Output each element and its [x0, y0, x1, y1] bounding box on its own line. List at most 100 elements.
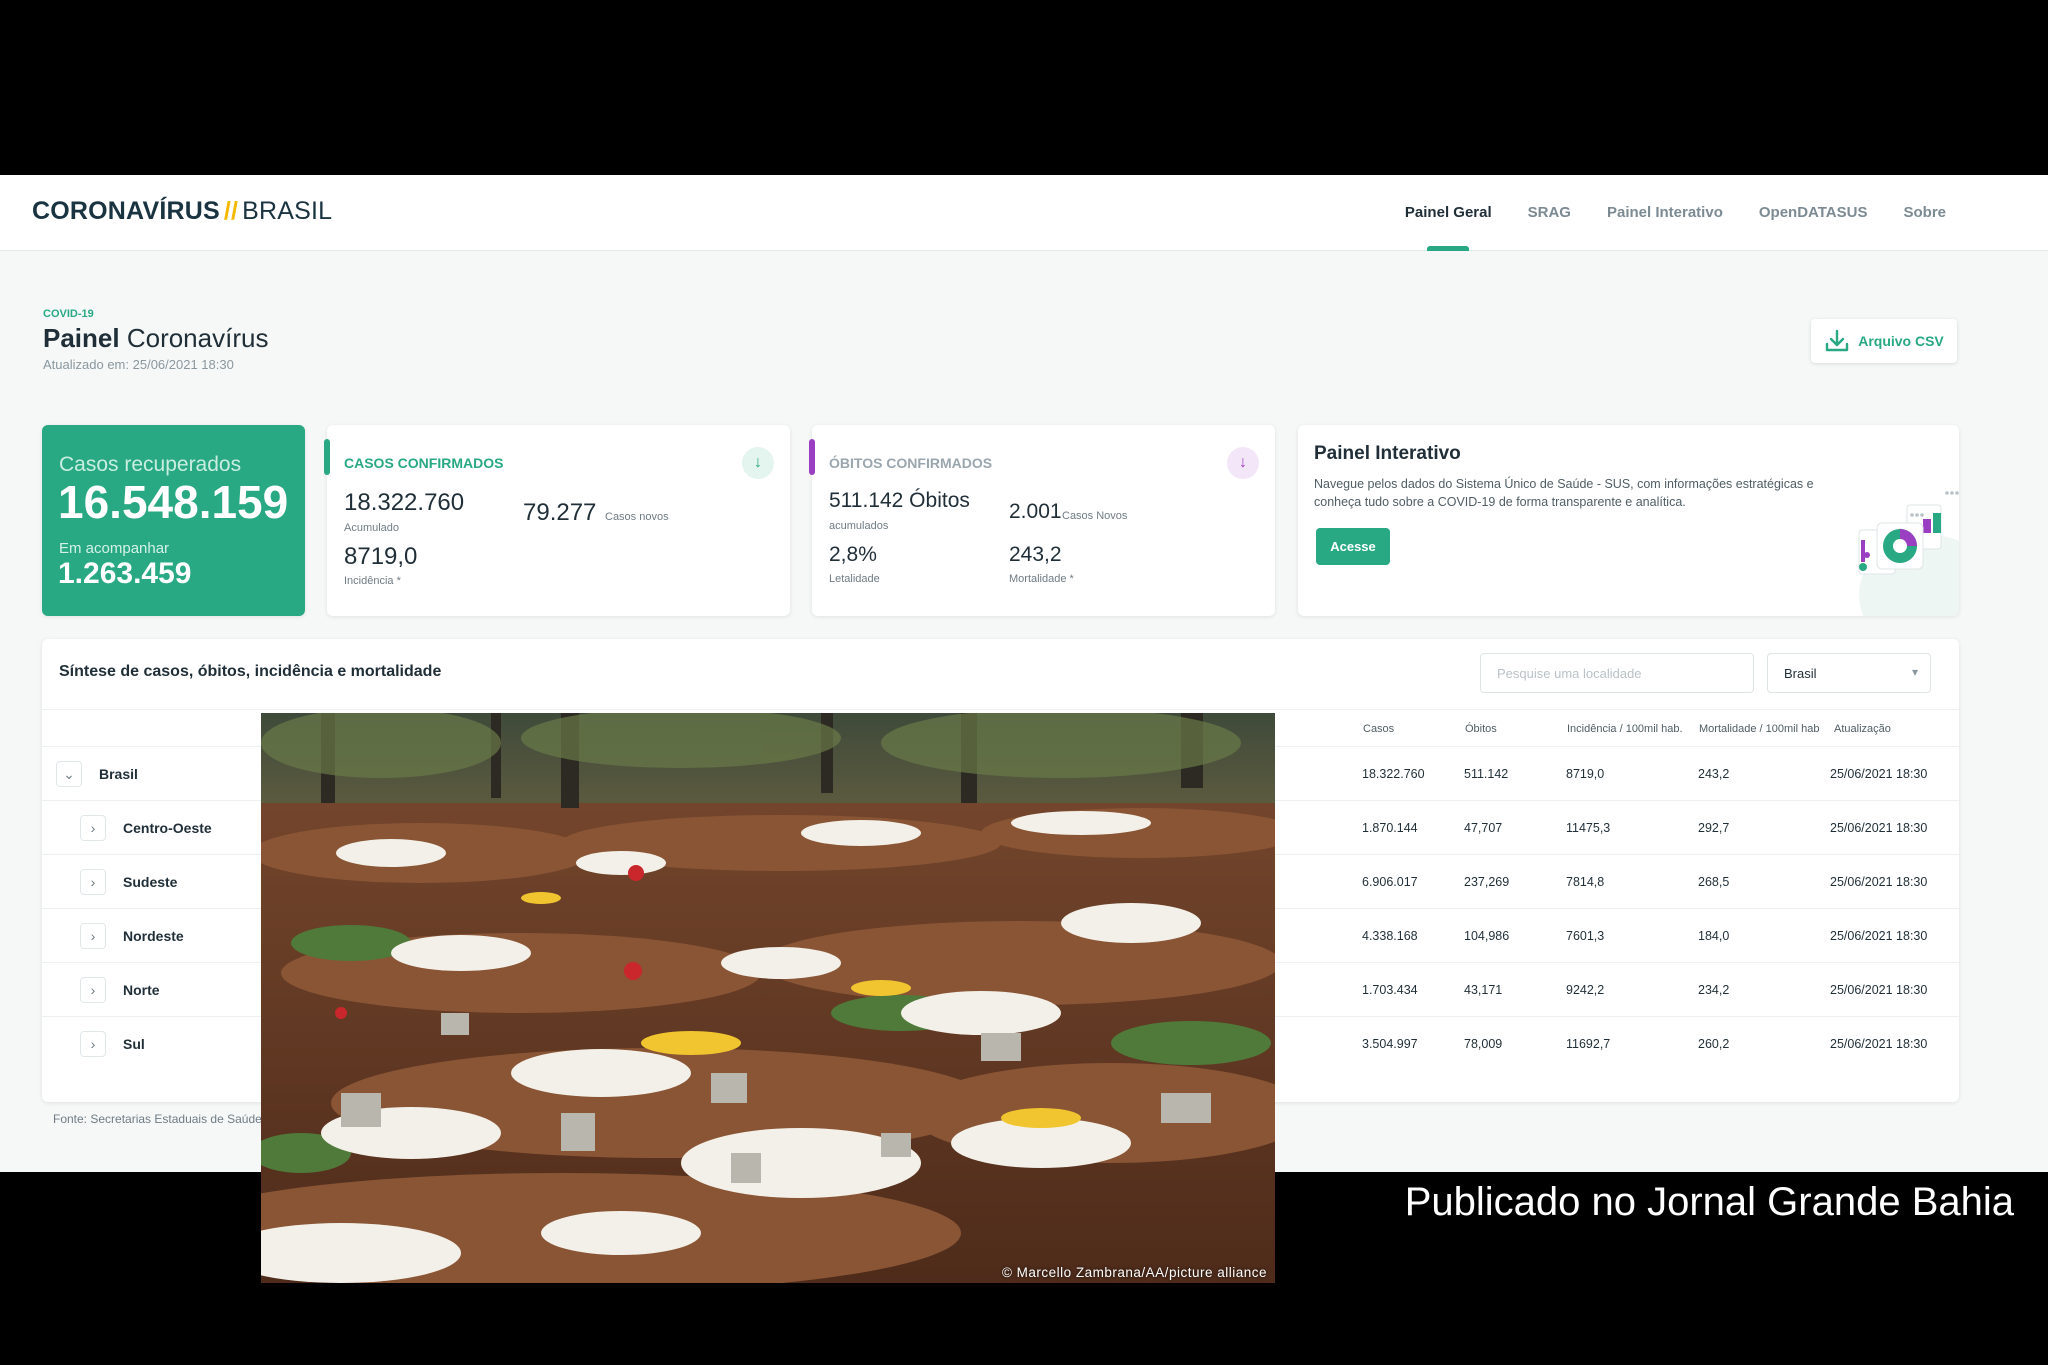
- row-name: Norte: [123, 982, 160, 998]
- brand-logo[interactable]: CORONAVÍRUS//BRASIL: [32, 197, 332, 226]
- location-select-value: Brasil: [1784, 666, 1817, 681]
- confirmed-incidence: 8719,0: [344, 543, 418, 570]
- row-incidencia: 7814,8: [1566, 875, 1605, 889]
- row-mortalidade: 234,2: [1698, 983, 1730, 997]
- deaths-title: ÓBITOS CONFIRMADOS: [829, 455, 993, 471]
- panel-access-button[interactable]: Acesse: [1316, 528, 1390, 565]
- row-name: Nordeste: [123, 928, 184, 944]
- csv-download-button[interactable]: Arquivo CSV: [1811, 319, 1957, 363]
- brand-bold: CORONAVÍRUS: [32, 197, 220, 225]
- row-incidencia: 7601,3: [1566, 929, 1605, 943]
- row-mortalidade: 260,2: [1698, 1037, 1730, 1051]
- arrow-down-icon[interactable]: ↓: [742, 447, 774, 479]
- chevron-down-icon: ▾: [1911, 665, 1918, 679]
- confirmed-accent-bar: [324, 439, 330, 475]
- chevron-down-icon[interactable]: ⌄: [56, 761, 82, 787]
- deaths-mortality: 243,2: [1009, 543, 1062, 566]
- nav-opendatasus[interactable]: OpenDATASUS: [1741, 175, 1886, 251]
- confirmed-accumulated-label: Acumulado: [344, 522, 400, 534]
- page-title-light: Coronavírus: [126, 323, 269, 353]
- row-obitos: 78,009: [1464, 1037, 1503, 1051]
- row-atualizacao: 25/06/2021 18:30: [1830, 1037, 1928, 1051]
- interactive-panel-card: Painel Interativo Navegue pelos dados do…: [1298, 425, 1959, 616]
- row-casos: 6.906.017: [1362, 875, 1418, 889]
- location-select[interactable]: Brasil ▾: [1767, 653, 1931, 693]
- panel-description: Navegue pelos dados do Sistema Único de …: [1314, 477, 1814, 509]
- row-mortalidade: 268,5: [1698, 875, 1730, 889]
- deaths-new: 2.001: [1009, 500, 1062, 523]
- row-atualizacao: 25/06/2021 18:30: [1830, 983, 1928, 997]
- nav-painel-interativo[interactable]: Painel Interativo: [1589, 175, 1741, 251]
- row-incidencia: 11475,3: [1566, 821, 1611, 835]
- covid-tag: COVID-19: [43, 308, 94, 320]
- confirmed-new: 79.277: [523, 499, 597, 526]
- row-name: Sudeste: [123, 874, 178, 890]
- nav-srag[interactable]: SRAG: [1510, 175, 1589, 251]
- row-atualizacao: 25/06/2021 18:30: [1830, 875, 1928, 889]
- row-atualizacao: 25/06/2021 18:30: [1830, 821, 1928, 835]
- row-mortalidade: 292,7: [1698, 821, 1730, 835]
- chevron-right-icon[interactable]: ›: [80, 1031, 106, 1057]
- row-name: Centro-Oeste: [123, 820, 212, 836]
- th-mortalidade: Mortalidade / 100mil hab: [1699, 723, 1820, 735]
- th-casos: Casos: [1363, 723, 1395, 735]
- follow-value: 1.263.459: [58, 557, 192, 590]
- table-title: Síntese de casos, óbitos, incidência e m…: [59, 663, 442, 680]
- row-incidencia: 8719,0: [1566, 767, 1605, 781]
- recovered-value: 16.548.159: [58, 476, 289, 528]
- site-header: CORONAVÍRUS//BRASIL Painel Geral SRAG Pa…: [0, 175, 2048, 251]
- photo-credit: © Marcello Zambrana/AA/picture alliance: [1001, 1265, 1267, 1280]
- location-search-input[interactable]: Pesquise uma localidade: [1480, 653, 1754, 693]
- row-obitos: 237,269: [1464, 875, 1510, 889]
- th-incidencia: Incidência / 100mil hab.: [1567, 723, 1683, 735]
- row-atualizacao: 25/06/2021 18:30: [1830, 767, 1928, 781]
- row-casos: 4.338.168: [1362, 929, 1418, 943]
- deaths-mortality-label: Mortalidade *: [1009, 573, 1074, 585]
- row-incidencia: 9242,2: [1566, 983, 1605, 997]
- chevron-right-icon[interactable]: ›: [80, 815, 106, 841]
- updated-at: Atualizado em: 25/06/2021 18:30: [43, 357, 234, 372]
- row-mortalidade: 184,0: [1698, 929, 1730, 943]
- row-casos: 18.322.760: [1362, 767, 1425, 781]
- th-atualizacao: Atualização: [1834, 723, 1891, 735]
- deaths-accumulated: 511.142 Óbitos: [829, 489, 970, 512]
- page-title-bold: Painel: [43, 323, 120, 353]
- brand-separator: //: [223, 197, 239, 225]
- row-casos: 1.870.144: [1362, 821, 1418, 835]
- data-source-note: Fonte: Secretarias Estaduais de Saúde: [53, 1112, 262, 1126]
- row-obitos: 43,171: [1464, 983, 1503, 997]
- row-casos: 3.504.997: [1362, 1037, 1418, 1051]
- brand-light: BRASIL: [242, 197, 333, 225]
- cemetery-photo: © Marcello Zambrana/AA/picture alliance: [261, 713, 1275, 1283]
- deaths-accumulated-label: acumulados: [829, 520, 889, 532]
- nav-sobre[interactable]: Sobre: [1885, 175, 1964, 251]
- download-icon: [1826, 329, 1849, 352]
- confirmed-new-label: Casos novos: [605, 511, 669, 523]
- chevron-right-icon[interactable]: ›: [80, 977, 106, 1003]
- row-name: Sul: [123, 1036, 145, 1052]
- row-obitos: 511.142: [1464, 767, 1509, 781]
- row-obitos: 47,707: [1464, 821, 1503, 835]
- chevron-right-icon[interactable]: ›: [80, 869, 106, 895]
- row-obitos: 104,986: [1464, 929, 1510, 943]
- confirmed-title: CASOS CONFIRMADOS: [344, 455, 504, 471]
- deaths-lethality: 2,8%: [829, 543, 877, 566]
- publication-caption: Publicado no Jornal Grande Bahia: [1404, 1180, 2014, 1224]
- nav-painel-geral[interactable]: Painel Geral: [1387, 175, 1510, 251]
- recovered-label: Casos recuperados: [59, 453, 242, 476]
- main-nav: Painel Geral SRAG Painel Interativo Open…: [1387, 175, 1964, 251]
- th-obitos: Óbitos: [1465, 723, 1497, 735]
- chevron-right-icon[interactable]: ›: [80, 923, 106, 949]
- updated-label: Atualizado em:: [43, 357, 129, 372]
- arrow-down-icon[interactable]: ↓: [1227, 447, 1259, 479]
- row-mortalidade: 243,2: [1698, 767, 1730, 781]
- row-name: Brasil: [99, 766, 138, 782]
- confirmed-card: CASOS CONFIRMADOS ↓ 18.322.760 Acumulado…: [324, 425, 790, 616]
- confirmed-incidence-label: Incidência *: [344, 575, 401, 587]
- updated-value: 25/06/2021 18:30: [132, 357, 234, 372]
- cemetery-photo-illustration: [261, 713, 1275, 1283]
- recovered-card: Casos recuperados 16.548.159 Em acompanh…: [42, 425, 305, 616]
- letterbox-top: [0, 0, 2048, 175]
- row-incidencia: 11692,7: [1566, 1037, 1611, 1051]
- page-title: Painel Coronavírus: [43, 323, 268, 354]
